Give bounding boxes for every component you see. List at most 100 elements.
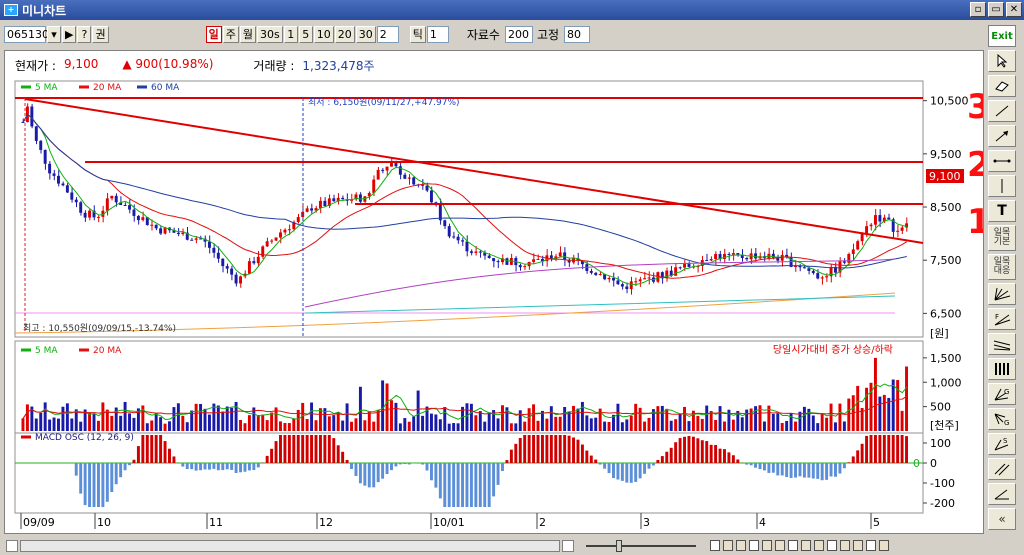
candle-body bbox=[123, 205, 127, 207]
angle-icon[interactable] bbox=[988, 483, 1016, 505]
macd-bar bbox=[749, 463, 753, 466]
macd-bar bbox=[390, 463, 393, 471]
channel-icon[interactable] bbox=[988, 333, 1016, 355]
candle-body bbox=[443, 220, 447, 227]
svg-text:S: S bbox=[1003, 437, 1008, 445]
code-dropdown-button[interactable]: ▾ bbox=[47, 25, 61, 43]
bottom-tool-icon[interactable] bbox=[866, 540, 876, 551]
bottom-tool-icon[interactable] bbox=[775, 540, 785, 551]
bottom-tool-icon[interactable] bbox=[827, 540, 837, 551]
macd-bar bbox=[545, 435, 549, 463]
period-input[interactable]: 2 bbox=[376, 25, 399, 43]
exit-button[interactable]: Exit bbox=[988, 25, 1016, 47]
zoom-slider[interactable] bbox=[586, 539, 696, 552]
speed-lines-icon[interactable]: S bbox=[988, 433, 1016, 455]
gann-angle-icon[interactable]: G bbox=[988, 408, 1016, 430]
stock-code-input[interactable]: 065130 bbox=[4, 25, 49, 43]
tick-input[interactable]: 1 bbox=[426, 25, 449, 43]
macd-bar bbox=[345, 459, 349, 463]
volume-bar bbox=[407, 421, 411, 431]
fibo-fan-icon[interactable]: F bbox=[988, 308, 1016, 330]
macd-bar bbox=[651, 463, 655, 466]
macd-bar bbox=[834, 463, 837, 477]
arrow-line-icon[interactable] bbox=[988, 125, 1016, 147]
angle-icon-glyph bbox=[994, 489, 1009, 500]
bottom-tool-icon[interactable] bbox=[723, 540, 733, 551]
bottom-tool-icon[interactable] bbox=[762, 540, 772, 551]
volume-bar bbox=[216, 405, 220, 431]
ma20-line bbox=[22, 113, 908, 279]
candle-body bbox=[461, 240, 464, 242]
period-button-1[interactable]: 주 bbox=[222, 25, 239, 43]
price-chart-svg[interactable]: 10,500 9,500 8,500 7,500 6,500 [원] 1,500 1,000 5… bbox=[5, 51, 983, 533]
macd-bar bbox=[478, 463, 482, 507]
period-button-7[interactable]: 20 bbox=[334, 25, 355, 43]
bottom-tool-icon[interactable] bbox=[814, 540, 824, 551]
scroll-left-button[interactable] bbox=[6, 539, 18, 552]
period-button-3[interactable]: 30s bbox=[256, 25, 283, 43]
help-button[interactable]: ? bbox=[77, 25, 92, 43]
fan-icon[interactable] bbox=[988, 283, 1016, 305]
bottom-tool-icon[interactable] bbox=[840, 540, 850, 551]
macd-bar bbox=[865, 435, 869, 463]
tick-button[interactable]: 틱 bbox=[409, 25, 426, 43]
macd-bar bbox=[873, 435, 877, 463]
macd-bar bbox=[128, 463, 131, 466]
period-button-0[interactable]: 일 bbox=[205, 25, 222, 43]
next-button[interactable]: ▶ bbox=[62, 25, 77, 43]
date-axis-label: 11 bbox=[209, 516, 223, 529]
bottom-tool-icon[interactable] bbox=[879, 540, 889, 551]
macd-bar bbox=[301, 435, 305, 463]
macd-axis-label: 0 bbox=[930, 457, 937, 470]
volume-bar bbox=[887, 397, 891, 431]
period-button-5[interactable]: 5 bbox=[298, 25, 313, 43]
macd-bar bbox=[674, 442, 678, 463]
restore-button[interactable]: ▫ bbox=[970, 2, 986, 17]
bottom-tool-icon[interactable] bbox=[853, 540, 863, 551]
parallel-icon[interactable] bbox=[988, 458, 1016, 480]
bottom-tool-icon[interactable] bbox=[736, 540, 746, 551]
candle-body bbox=[225, 266, 229, 269]
volume-bar bbox=[563, 407, 567, 431]
chart-area[interactable]: 현재가 : 9,100 ▲ 900(10.98%) 거래량 : 1,323,47… bbox=[4, 50, 984, 534]
period-button-6[interactable]: 10 bbox=[313, 25, 334, 43]
volume-bar bbox=[88, 412, 92, 431]
basic-button[interactable]: 일목 기본 bbox=[988, 225, 1016, 251]
horizontal-line-icon[interactable] bbox=[988, 150, 1016, 172]
candle-body bbox=[385, 166, 389, 171]
bottom-tool-icon[interactable] bbox=[710, 540, 720, 551]
trend-line-icon[interactable] bbox=[988, 100, 1016, 122]
maximize-button[interactable]: ▭ bbox=[988, 2, 1004, 17]
macd-bar bbox=[629, 463, 633, 483]
pointer-icon[interactable] bbox=[988, 50, 1016, 72]
eraser-icon[interactable] bbox=[988, 75, 1016, 97]
follow-button[interactable]: 일목 대응 bbox=[988, 254, 1016, 280]
candle-body bbox=[523, 266, 527, 268]
period-lines-icon[interactable] bbox=[988, 358, 1016, 380]
scroll-track[interactable] bbox=[20, 539, 560, 552]
period-button-2[interactable]: 월 bbox=[239, 25, 256, 43]
volume-bar bbox=[802, 406, 806, 431]
bottom-tool-icon[interactable] bbox=[749, 540, 759, 551]
zoom-slider-thumb[interactable] bbox=[616, 539, 622, 552]
macd-bar bbox=[287, 435, 291, 463]
macd-bar bbox=[141, 435, 145, 463]
period-button-8[interactable]: 30 bbox=[355, 25, 376, 43]
text-tool-icon[interactable]: T bbox=[988, 200, 1016, 222]
period-button-4[interactable]: 1 bbox=[283, 25, 298, 43]
volume-bar bbox=[256, 415, 260, 431]
vertical-line-icon[interactable] bbox=[988, 175, 1016, 197]
rights-button[interactable]: 권 bbox=[92, 25, 109, 43]
gann-fan-icon[interactable]: G bbox=[988, 383, 1016, 405]
volume-bar bbox=[514, 423, 518, 431]
macd-bar bbox=[252, 463, 256, 471]
bottom-tool-icon[interactable] bbox=[801, 540, 811, 551]
scroll-right-button[interactable] bbox=[562, 539, 574, 552]
count-input[interactable]: 200 bbox=[504, 25, 533, 43]
volume-bar bbox=[79, 421, 83, 431]
horizontal-scrollbar[interactable] bbox=[0, 537, 985, 554]
bottom-tool-icon[interactable] bbox=[788, 540, 798, 551]
close-button[interactable]: ✕ bbox=[1006, 2, 1022, 17]
collapse-button[interactable]: « bbox=[988, 508, 1016, 530]
fixed-input[interactable]: 80 bbox=[564, 25, 591, 43]
